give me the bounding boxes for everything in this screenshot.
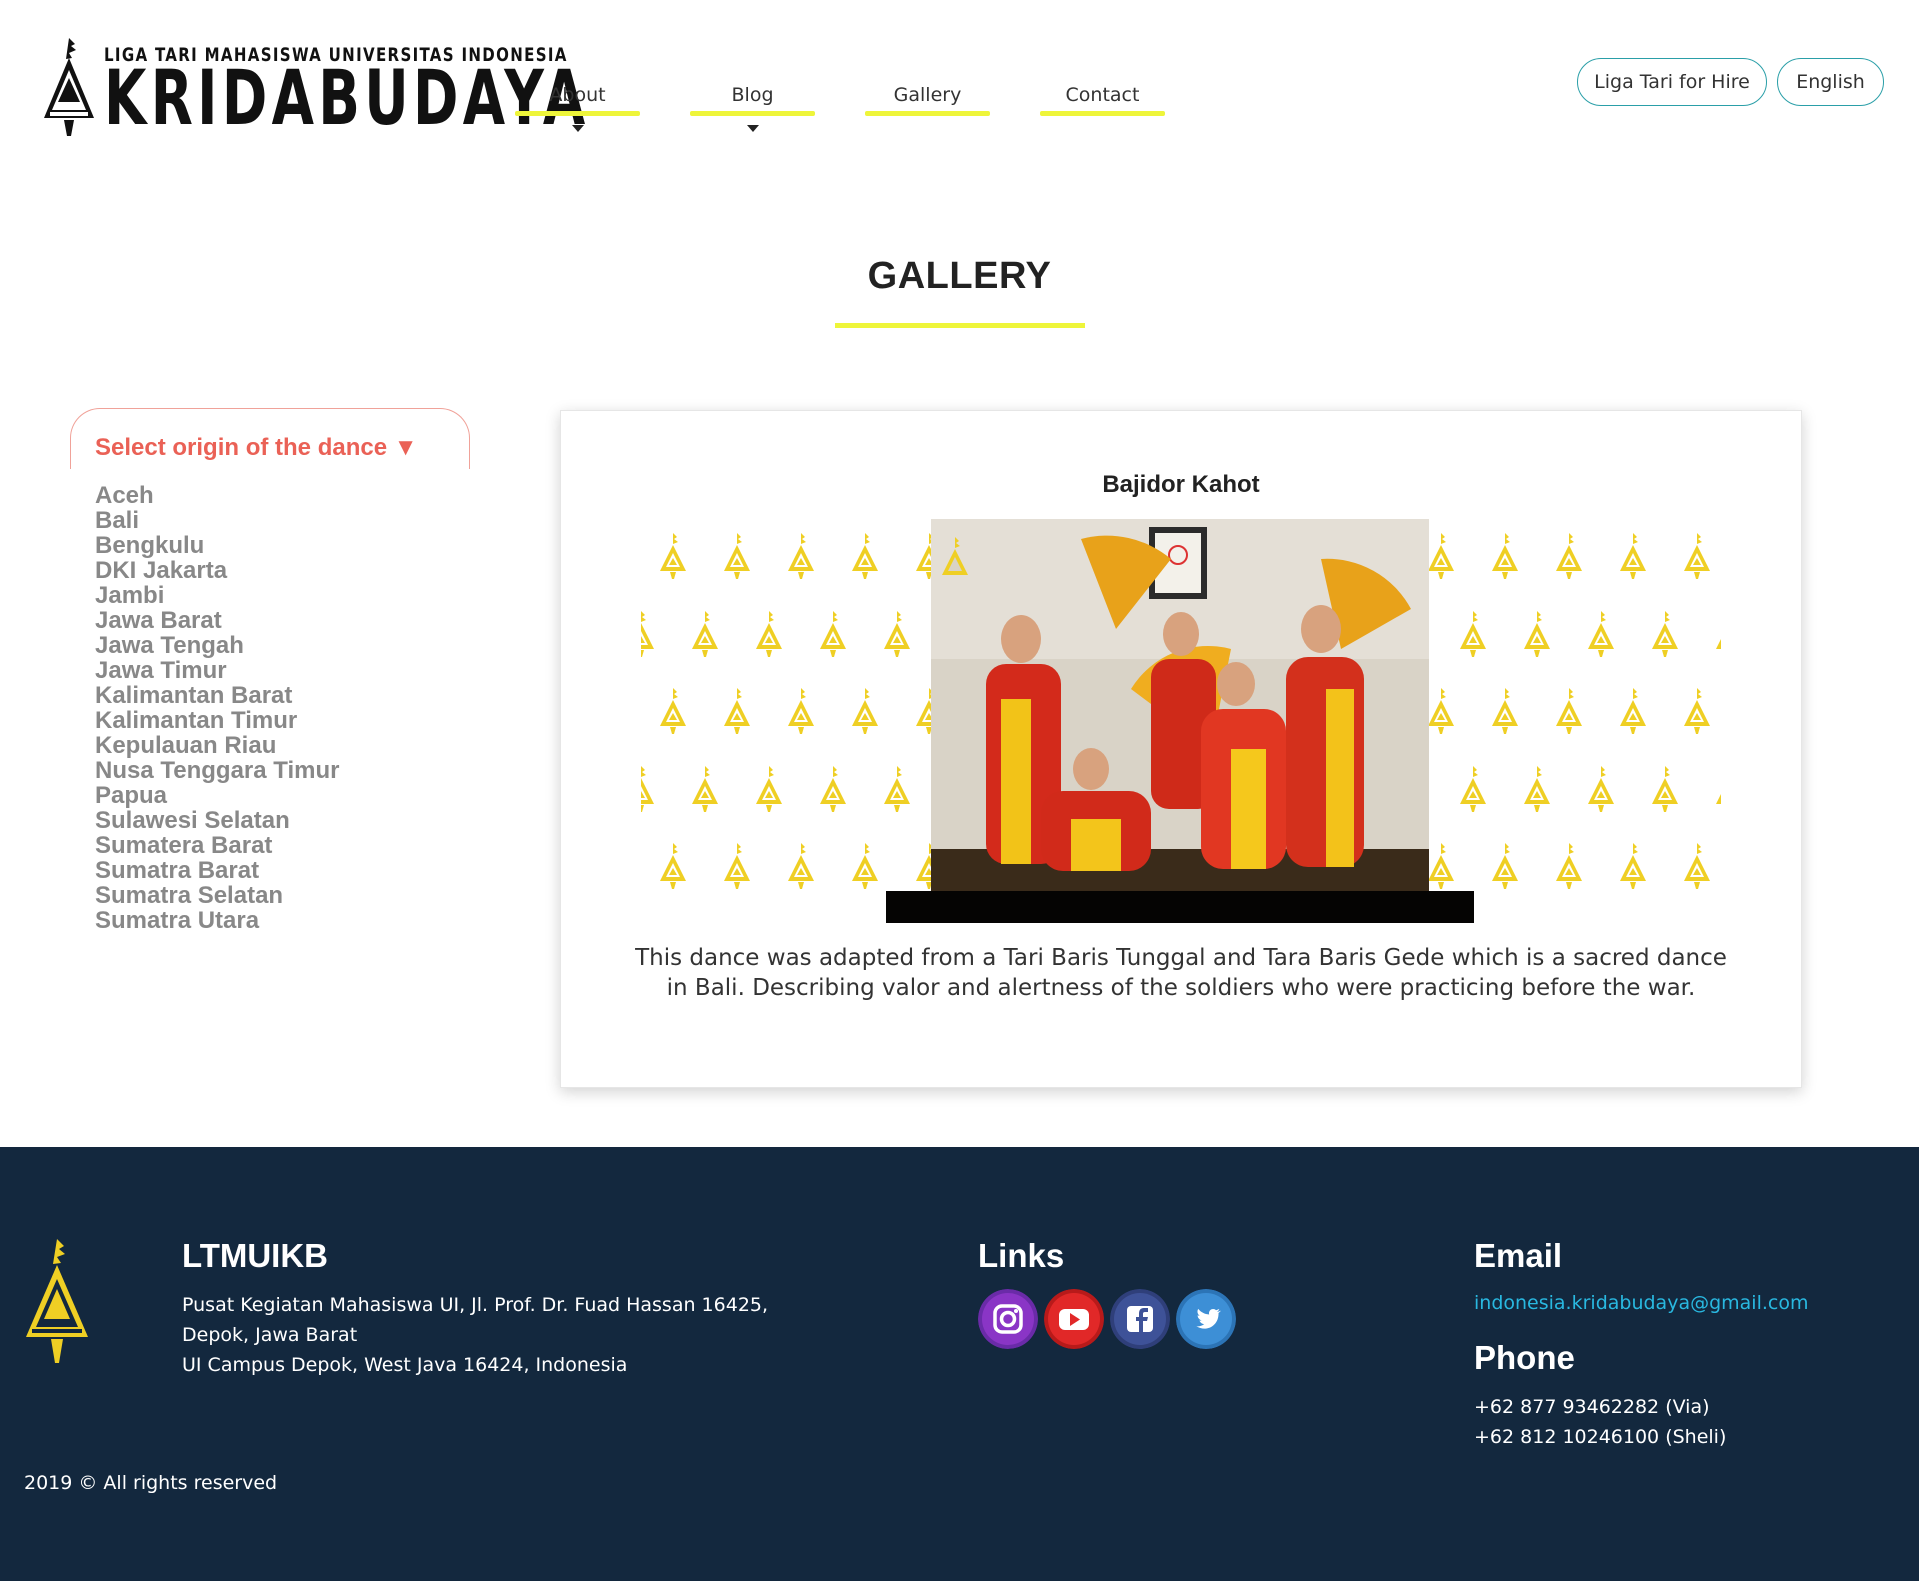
nav-blog-label: Blog	[731, 84, 774, 106]
footer-address: Pusat Kegiatan Mahasiswa UI, Jl. Prof. D…	[182, 1290, 782, 1380]
region-item[interactable]: Kalimantan Barat	[95, 683, 340, 708]
region-item[interactable]: Sumatra Selatan	[95, 883, 340, 908]
region-item[interactable]: Kepulauan Riau	[95, 733, 340, 758]
nav-about-label: About	[549, 84, 606, 106]
logo-mark-icon	[44, 38, 94, 136]
nav-underline	[690, 111, 815, 116]
region-item[interactable]: Kalimantan Timur	[95, 708, 340, 733]
title-underline	[835, 323, 1085, 328]
nav-gallery-label: Gallery	[893, 84, 962, 106]
nav-about[interactable]: About	[515, 82, 640, 132]
region-item[interactable]: Nusa Tenggara Timur	[95, 758, 340, 783]
nav-blog[interactable]: Blog	[690, 82, 815, 132]
region-item[interactable]: Jawa Barat	[95, 608, 340, 633]
twitter-icon[interactable]	[1176, 1289, 1236, 1349]
region-item[interactable]: Jawa Tengah	[95, 633, 340, 658]
caret-down-icon	[746, 125, 759, 132]
facebook-icon[interactable]	[1110, 1289, 1170, 1349]
nav-underline	[515, 111, 640, 116]
nav-underline	[1040, 111, 1165, 116]
origin-select-label: Select origin of the dance ▼	[95, 434, 418, 461]
dance-photo	[931, 519, 1429, 891]
copyright: 2019 © All rights reserved	[24, 1472, 278, 1494]
region-item[interactable]: Papua	[95, 783, 340, 808]
page-title: GALLERY	[867, 255, 1052, 297]
gallery-card: Bajidor Kahot This dance was adapted fro…	[560, 410, 1802, 1088]
site-logo[interactable]: LIGA TARI MAHASISWA UNIVERSITAS INDONESI…	[42, 36, 585, 138]
phone-list: +62 877 93462282 (Via) +62 812 10246100 …	[1474, 1392, 1726, 1452]
footer-logo-icon	[26, 1239, 88, 1363]
region-item[interactable]: DKI Jakarta	[95, 558, 340, 583]
nav-gallery[interactable]: Gallery	[865, 82, 990, 116]
address-line: UI Campus Depok, West Java 16424, Indone…	[182, 1354, 628, 1376]
phone-number: +62 812 10246100 (Sheli)	[1474, 1426, 1727, 1448]
region-item[interactable]: Bali	[95, 508, 340, 533]
footer: LTMUIKB Pusat Kegiatan Mahasiswa UI, Jl.…	[0, 1147, 1919, 1581]
region-item[interactable]: Jawa Timur	[95, 658, 340, 683]
dance-title: Bajidor Kahot	[1102, 471, 1260, 498]
footer-org-name: LTMUIKB	[182, 1237, 329, 1274]
language-button[interactable]: English	[1777, 58, 1884, 106]
region-item[interactable]: Bengkulu	[95, 533, 340, 558]
region-item[interactable]: Jambi	[95, 583, 340, 608]
origin-select-dropdown[interactable]: Select origin of the dance ▼	[70, 408, 470, 469]
region-item[interactable]: Sumatra Utara	[95, 908, 340, 933]
youtube-icon[interactable]	[1044, 1289, 1104, 1349]
phone-number: +62 877 93462282 (Via)	[1474, 1396, 1710, 1418]
address-line: Pusat Kegiatan Mahasiswa UI, Jl. Prof. D…	[182, 1294, 769, 1316]
region-item[interactable]: Aceh	[95, 483, 340, 508]
region-item[interactable]: Sumatera Barat	[95, 833, 340, 858]
links-heading: Links	[978, 1237, 1065, 1274]
region-item[interactable]: Sulawesi Selatan	[95, 808, 340, 833]
instagram-icon[interactable]	[978, 1289, 1038, 1349]
nav-underline	[865, 111, 990, 116]
region-list: Aceh Bali Bengkulu DKI Jakarta Jambi Jaw…	[95, 483, 340, 933]
address-line: Depok, Jawa Barat	[182, 1324, 358, 1346]
email-heading: Email	[1474, 1237, 1563, 1274]
phone-heading: Phone	[1474, 1339, 1575, 1376]
caret-down-icon	[571, 125, 584, 132]
hire-button[interactable]: Liga Tari for Hire	[1577, 58, 1767, 106]
nav-contact[interactable]: Contact	[1040, 82, 1165, 116]
photo-caption-strip	[886, 891, 1474, 923]
email-link[interactable]: indonesia.kridabudaya@gmail.com	[1474, 1292, 1808, 1314]
dance-description: This dance was adapted from a Tari Baris…	[635, 945, 1727, 1001]
nav-contact-label: Contact	[1065, 84, 1140, 106]
region-item[interactable]: Sumatra Barat	[95, 858, 340, 883]
